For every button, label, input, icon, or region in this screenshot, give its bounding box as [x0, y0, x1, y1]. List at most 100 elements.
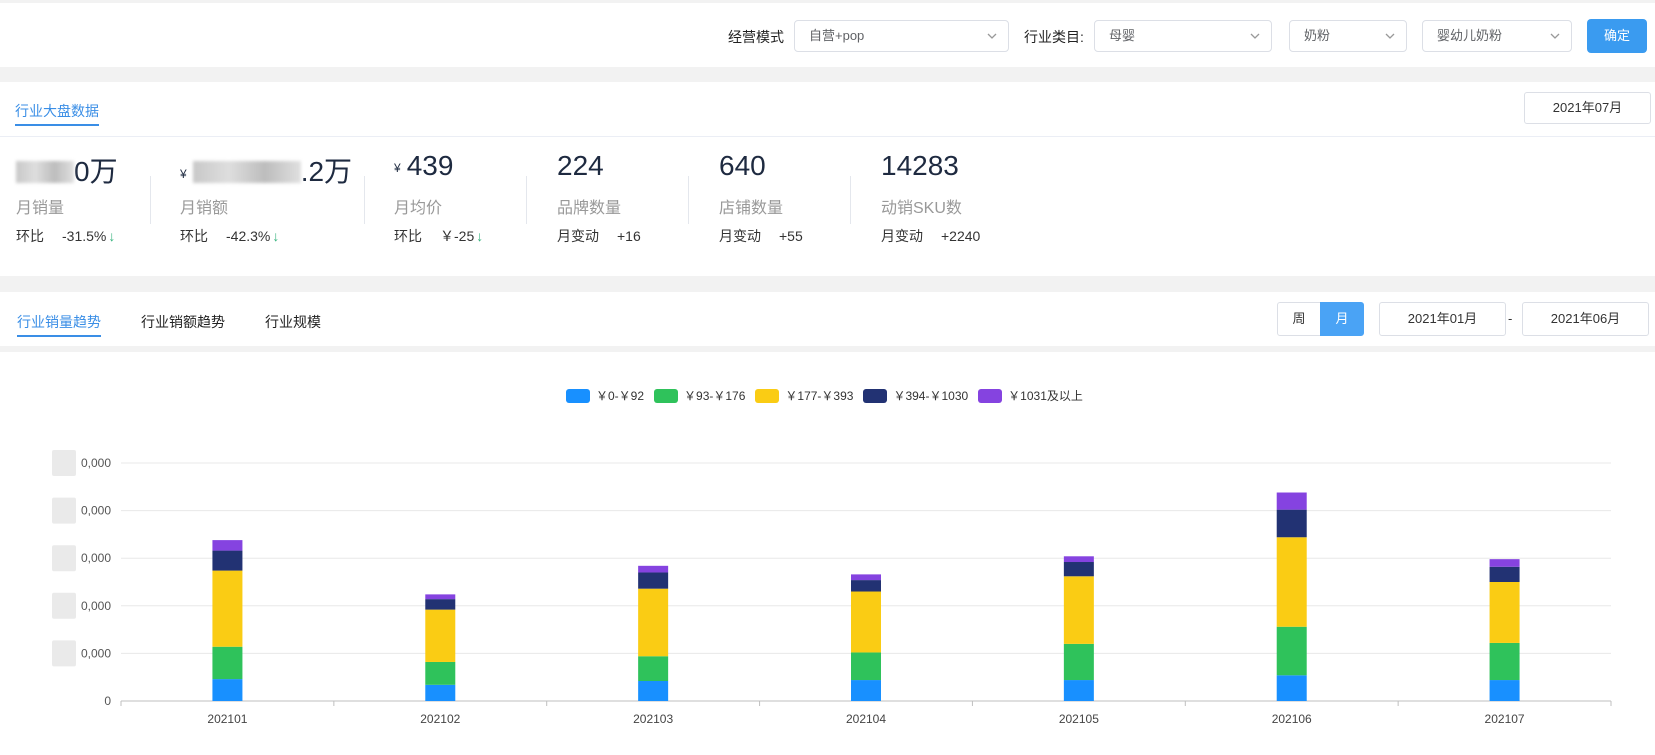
- bar-segment: [212, 646, 243, 680]
- redacted-block: [52, 450, 76, 476]
- divider: [0, 136, 1655, 137]
- x-tick-label: 202102: [420, 712, 460, 726]
- bar-segment: [425, 684, 456, 701]
- stacked-bar-chart: 0 0,000 0,000 0,000 0,000 0,000 202101 202102 20…: [52, 450, 1612, 726]
- bar-segment: [638, 572, 669, 589]
- tab-industry-scale[interactable]: 行业规模: [265, 312, 321, 332]
- category2-select[interactable]: 奶粉: [1289, 20, 1407, 52]
- bar-segment: [851, 574, 881, 581]
- x-tick-label: 202104: [846, 712, 886, 726]
- bar-segment: [425, 609, 456, 662]
- kpi-change: 月变动 +2240: [881, 228, 981, 244]
- bar-segment: [1489, 642, 1520, 681]
- kpi-label: 品牌数量: [557, 200, 622, 217]
- y-tick-label: 0,000: [81, 456, 111, 470]
- bar-segment: [1489, 559, 1520, 567]
- bar-segment: [1063, 576, 1094, 644]
- bar-segment: [851, 591, 881, 653]
- kpi-label: 店铺数量: [719, 200, 784, 217]
- y-tick-label: 0,000: [81, 504, 111, 518]
- month-toggle[interactable]: 月: [1320, 302, 1364, 336]
- category1-select[interactable]: 母婴: [1094, 20, 1272, 52]
- tab-sales-amount-trend[interactable]: 行业销额趋势: [141, 312, 225, 332]
- kpi-separator: [364, 176, 365, 224]
- redacted-block: [52, 545, 76, 572]
- kpi-change: 环比 -31.5% ↓: [16, 228, 116, 244]
- mode-select[interactable]: 自营+pop: [794, 20, 1009, 52]
- mode-label: 经营模式: [728, 29, 784, 45]
- month-picker[interactable]: 2021年07月: [1524, 92, 1651, 124]
- bar-segment: [212, 540, 243, 551]
- chevron-down-icon: [1250, 33, 1260, 39]
- x-tick-label: 202106: [1272, 712, 1312, 726]
- bar-segment: [1063, 643, 1094, 681]
- industry-label: 行业类目:: [1024, 29, 1084, 45]
- bar-segment: [1489, 582, 1520, 643]
- confirm-button[interactable]: 确定: [1587, 19, 1647, 53]
- kpi-label: 动销SKU数: [881, 200, 962, 217]
- kpi-value: 640: [719, 150, 766, 181]
- kpi-change: 月变动 +55: [719, 228, 803, 244]
- tab-sales-volume-trend[interactable]: 行业销量趋势: [17, 312, 101, 337]
- redacted-block: [52, 592, 76, 619]
- category1-value: 母婴: [1109, 28, 1136, 43]
- bar-segment: [1276, 492, 1307, 510]
- bar-segment: [212, 550, 243, 571]
- y-tick-label: 0: [104, 694, 111, 708]
- bar-segment: [1489, 680, 1520, 701]
- bar-segment: [1063, 556, 1094, 563]
- kpi-change: 月变动 +16: [557, 228, 641, 244]
- date-range-dash: -: [1508, 311, 1513, 326]
- bar-segment: [638, 565, 669, 573]
- chevron-down-icon: [1385, 33, 1395, 39]
- bar-segment: [1276, 626, 1307, 676]
- y-tick-label: 0,000: [81, 646, 111, 660]
- kpi-value: ¥ .2万: [180, 156, 353, 187]
- kpi-separator: [150, 176, 151, 224]
- kpi-separator: [526, 176, 527, 224]
- chevron-down-icon: [1550, 33, 1560, 39]
- redacted-block: [52, 497, 76, 524]
- y-tick-label: 0,000: [81, 551, 111, 565]
- kpi-separator: [850, 176, 851, 224]
- kpi-change: 环比 ￥-25 ↓: [394, 228, 484, 244]
- end-date-picker[interactable]: 2021年06月: [1522, 302, 1649, 336]
- y-tick-label: 0,000: [81, 599, 111, 613]
- bar-segment: [425, 599, 456, 610]
- bar-segment: [212, 570, 243, 647]
- mode-select-value: 自营+pop: [809, 28, 865, 43]
- down-arrow-icon: ↓: [476, 228, 484, 244]
- bar-segment: [851, 680, 881, 701]
- kpi-separator: [688, 176, 689, 224]
- bar-segment: [851, 580, 881, 592]
- week-toggle[interactable]: 周: [1277, 302, 1321, 336]
- kpi-label: 月销额: [180, 200, 229, 217]
- bar-segment: [851, 652, 881, 681]
- kpi-value: 224: [557, 150, 604, 181]
- bar-segment: [425, 661, 456, 685]
- tab-market-data[interactable]: 行业大盘数据: [15, 101, 99, 126]
- bar-segment: [1276, 509, 1307, 538]
- x-tick-label: 202105: [1059, 712, 1099, 726]
- kpi-value: 14283: [881, 150, 959, 181]
- redacted-block: [52, 640, 76, 667]
- bar-segment: [1063, 680, 1094, 701]
- down-arrow-icon: ↓: [272, 228, 280, 244]
- bar-segment: [425, 594, 456, 600]
- category3-select[interactable]: 婴幼儿奶粉: [1422, 20, 1572, 52]
- redacted-block: [192, 161, 301, 183]
- bar-segment: [638, 681, 669, 701]
- kpi-change: 环比 -42.3% ↓: [180, 228, 280, 244]
- start-date-picker[interactable]: 2021年01月: [1379, 302, 1506, 336]
- bar-segment: [638, 588, 669, 657]
- bar-segment: [1063, 562, 1094, 577]
- category2-value: 奶粉: [1304, 28, 1331, 43]
- category3-value: 婴幼儿奶粉: [1437, 28, 1503, 43]
- redacted-block: [16, 161, 74, 183]
- kpi-label: 月销量: [16, 200, 65, 217]
- x-tick-label: 202101: [207, 712, 247, 726]
- bar-segment: [212, 679, 243, 701]
- down-arrow-icon: ↓: [108, 228, 116, 244]
- chevron-down-icon: [987, 33, 997, 39]
- bar-segment: [1276, 537, 1307, 627]
